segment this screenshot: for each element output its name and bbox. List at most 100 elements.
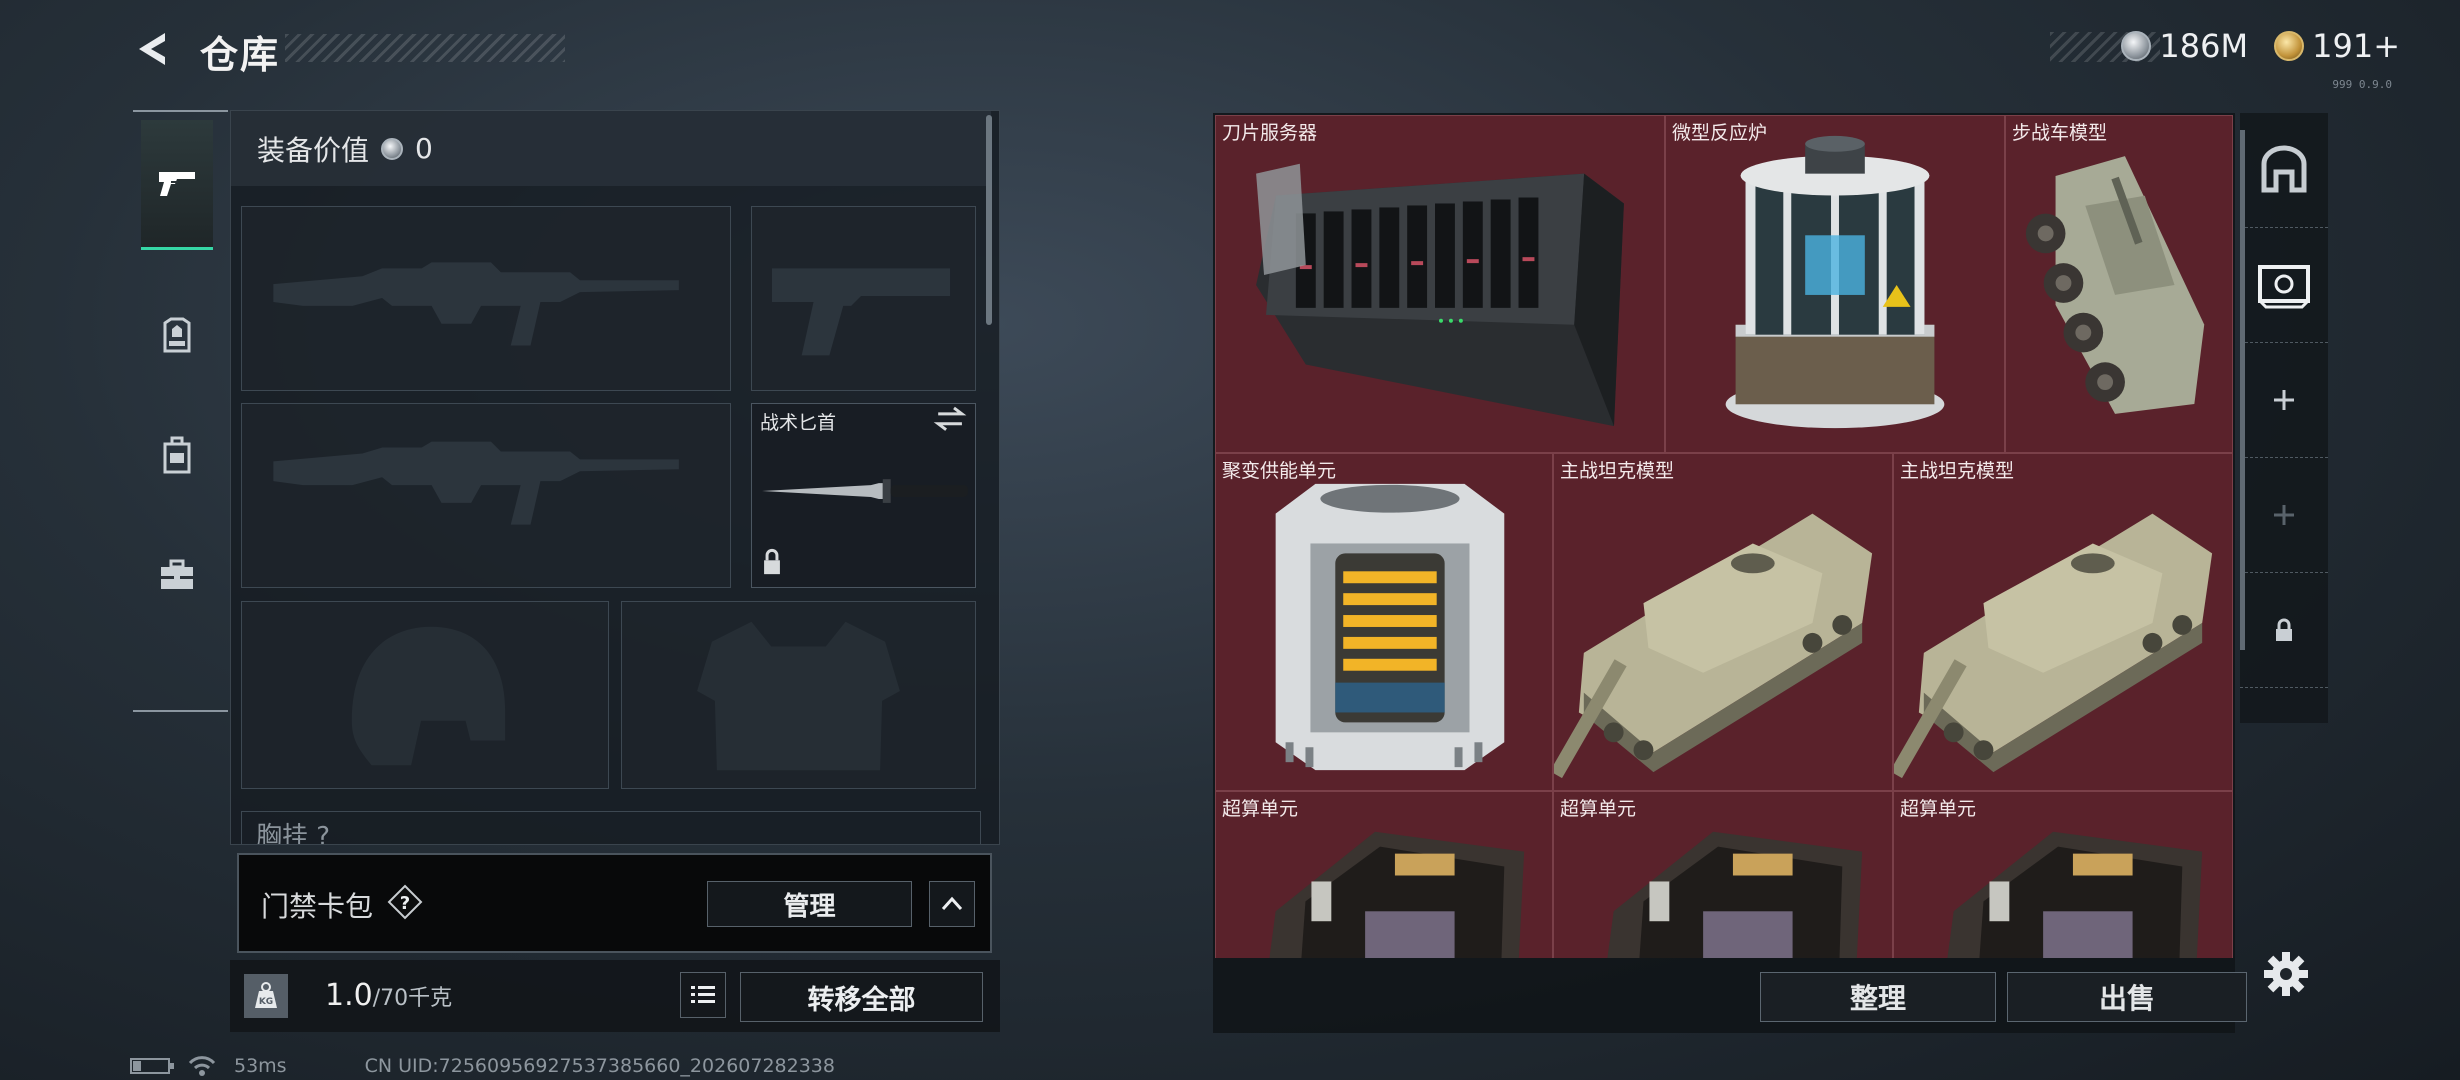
stash-item[interactable]: 超算单元: [1215, 791, 1553, 958]
gold-coin-icon: [2274, 31, 2305, 61]
loadout-scrollbar[interactable]: [986, 115, 992, 325]
primary-weapon-slot-1[interactable]: [241, 206, 731, 391]
stash-item[interactable]: 超算单元: [1893, 791, 2233, 958]
stash-tabs: [2240, 113, 2328, 723]
tab-stash[interactable]: [2240, 113, 2328, 228]
pistol-slot[interactable]: [751, 206, 976, 391]
manage-button[interactable]: 管理: [707, 881, 912, 927]
rifle-silhouette-icon: [273, 441, 679, 525]
tab-case[interactable]: [141, 510, 213, 640]
vest-silhouette-icon: [697, 621, 900, 771]
tab-weapon[interactable]: [141, 120, 213, 250]
stash-item[interactable]: 主战坦克模型: [1893, 453, 2233, 791]
svg-text:KG: KG: [259, 997, 273, 1007]
plus-icon: [2274, 390, 2294, 410]
item-name: 超算单元: [1900, 798, 1977, 820]
stash-icon: [2261, 145, 2307, 193]
tab-gear[interactable]: [141, 270, 213, 400]
tab-backpack[interactable]: [141, 390, 213, 520]
armor-icon: [163, 317, 191, 353]
stash-item[interactable]: 聚变供能单元: [1215, 453, 1553, 791]
list-view-button[interactable]: [680, 972, 726, 1018]
primary-weapon-slot-2[interactable]: [241, 403, 731, 588]
gold-currency[interactable]: 191+: [2274, 27, 2400, 65]
tank-model-icon: [1894, 513, 2213, 779]
item-name: 步战车模型: [2012, 122, 2108, 144]
version-label: 999 0.9.0: [2332, 78, 2392, 91]
expand-button[interactable]: [929, 881, 975, 927]
helmet-slot[interactable]: [241, 601, 609, 789]
chest-rig-slot[interactable]: 胸挂 ?: [241, 811, 981, 844]
ifv-model-icon: [2025, 156, 2205, 414]
settings-button[interactable]: [2262, 950, 2310, 998]
list-icon: [691, 986, 715, 1003]
equip-value: 0: [415, 132, 433, 165]
svg-text:?: ?: [400, 893, 410, 914]
stash-item[interactable]: 超算单元: [1553, 791, 1893, 958]
armor-slot[interactable]: [621, 601, 976, 789]
lock-icon: [2276, 618, 2292, 641]
title-decoration: [285, 34, 565, 62]
uid-readout: CN UID:72560956927537385660_202607282338: [364, 1055, 835, 1077]
keycard-panel: 门禁卡包 ? 管理: [237, 853, 992, 953]
stash-scrollbar[interactable]: [2240, 130, 2245, 650]
battery-icon: [130, 1058, 174, 1074]
page-title: 仓库: [200, 33, 281, 77]
status-bar: 53ms CN UID:72560956927537385660_2026072…: [130, 1052, 835, 1080]
currency-bar: 186M 191+: [2001, 24, 2400, 68]
ping-readout: 53ms: [234, 1055, 287, 1077]
silver-coin-icon: [2121, 31, 2152, 61]
pistol-silhouette-icon: [772, 268, 951, 356]
item-name: 主战坦克模型: [1900, 460, 2015, 482]
transfer-all-button[interactable]: 转移全部: [740, 972, 983, 1022]
weight-readout: 1.0/70千克: [325, 978, 452, 1013]
tab-safe-box[interactable]: [2240, 228, 2328, 343]
item-name: 刀片服务器: [1222, 122, 1318, 144]
silver-coin-icon: [381, 137, 404, 160]
stash-grid: 刀片服务器 微型反应炉 步战车模型 聚变供能单元 主战坦克模型 主战坦克模型 超…: [1215, 115, 2233, 958]
toolbox-icon: [161, 559, 193, 589]
stash-item[interactable]: 主战坦克模型: [1553, 453, 1893, 791]
help-icon[interactable]: ?: [387, 884, 423, 920]
lock-icon: [764, 548, 780, 575]
tabs-top-line: [133, 110, 228, 112]
loadout-panel: 装备价值 0 战术匕首 胸挂 ?: [230, 110, 1000, 845]
loadout-category-tabs: [133, 110, 228, 712]
tab-add-stash-disabled[interactable]: [2240, 458, 2328, 573]
equip-value-header: 装备价值 0: [231, 111, 991, 186]
back-arrow-icon: [139, 33, 165, 65]
tab-add-stash[interactable]: [2240, 343, 2328, 458]
pistol-icon: [159, 171, 195, 196]
tabs-bottom-line: [133, 710, 228, 712]
equip-value-label: 装备价值: [257, 133, 370, 167]
weight-icon: KG: [244, 974, 288, 1018]
blade-server-icon: [1256, 163, 1624, 427]
helmet-silhouette-icon: [351, 626, 506, 766]
backpack-icon: [163, 436, 191, 474]
fusion-unit-icon: [1275, 483, 1505, 771]
stash-item[interactable]: 步战车模型: [2005, 115, 2233, 453]
weight-current: 1.0: [325, 978, 373, 1013]
sort-button[interactable]: 整理: [1760, 972, 1996, 1022]
gold-amount: 191+: [2312, 27, 2400, 65]
melee-slot[interactable]: 战术匕首: [751, 403, 976, 588]
item-name: 聚变供能单元: [1222, 460, 1337, 482]
swap-icon[interactable]: [933, 406, 967, 431]
sell-button[interactable]: 出售: [2007, 972, 2247, 1022]
tab-locked-stash[interactable]: [2240, 573, 2328, 688]
item-name: 主战坦克模型: [1560, 460, 1675, 482]
stash-item[interactable]: 刀片服务器: [1215, 115, 1665, 453]
gear-icon: [2264, 952, 2308, 996]
weight-bar: KG 1.0/70千克 转移全部: [230, 960, 1000, 1032]
silver-currency[interactable]: 186M: [2121, 27, 2248, 65]
weight-max: /70千克: [372, 986, 453, 1011]
knife-icon: [762, 406, 968, 575]
plus-icon: [2274, 505, 2294, 525]
item-name: 超算单元: [1222, 798, 1299, 820]
silver-amount: 186M: [2159, 27, 2249, 65]
back-button[interactable]: [130, 26, 176, 72]
rifle-silhouette-icon: [273, 262, 679, 346]
chevron-up-icon: [941, 896, 963, 911]
item-name: 超算单元: [1560, 798, 1637, 820]
stash-item[interactable]: 微型反应炉: [1665, 115, 2005, 453]
